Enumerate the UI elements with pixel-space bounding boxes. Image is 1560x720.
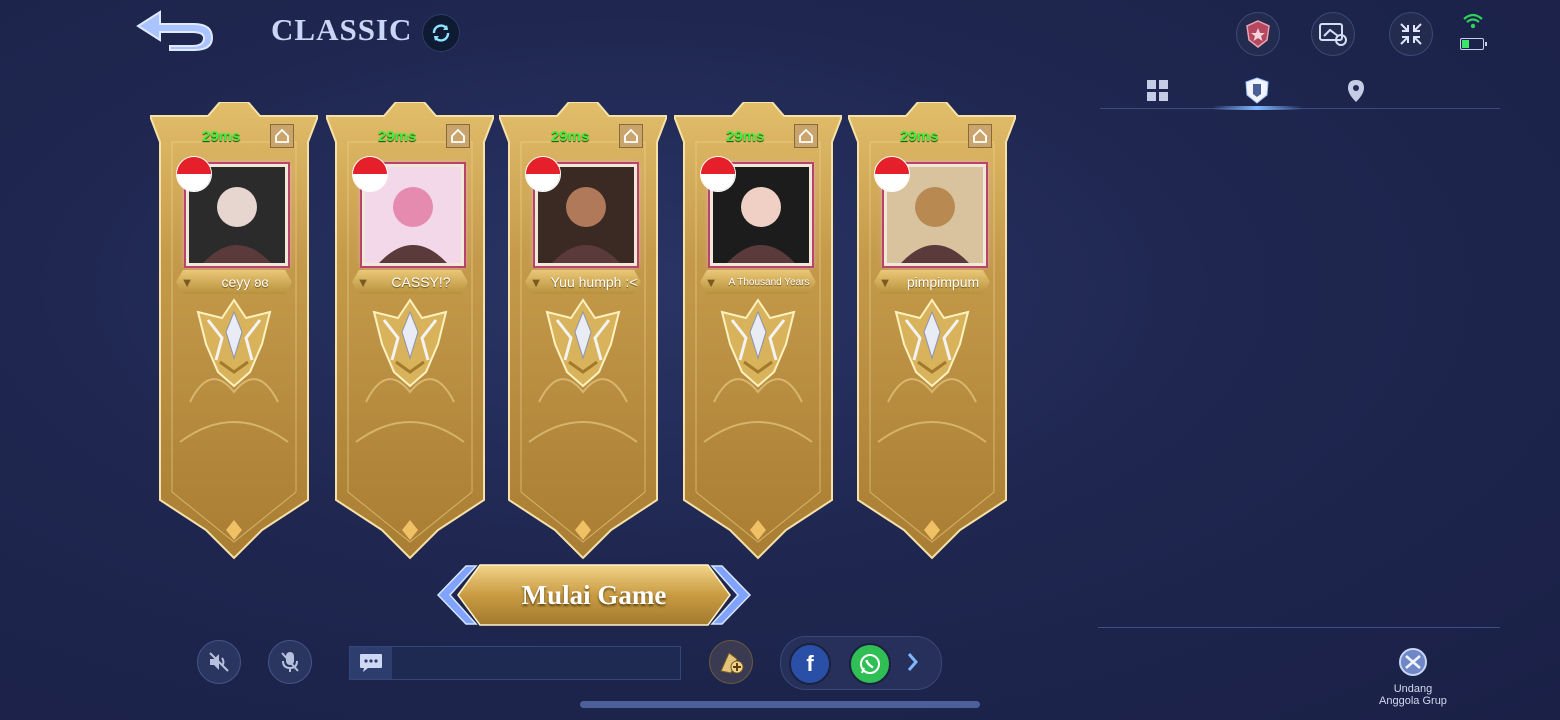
rank-emblem-icon [892, 298, 972, 395]
rank-emblem-icon [718, 298, 798, 395]
party-slot-1[interactable]: 29ms ▼ ceyy ʚɞ [150, 102, 318, 562]
rank-chevron-icon: ▼ [704, 274, 718, 290]
rank-emblem-icon [370, 298, 450, 395]
screen-share-button[interactable] [1311, 12, 1355, 56]
rank-chevron-icon: ▼ [878, 274, 892, 290]
party-slot-4[interactable]: 29ms ▼ A Thousand Years [674, 102, 842, 562]
rank-chevron-icon: ▼ [529, 274, 543, 290]
more-share-button[interactable] [905, 649, 921, 680]
battery-level [1462, 40, 1469, 48]
home-button[interactable] [270, 124, 294, 148]
home-button[interactable] [968, 124, 992, 148]
player-name-bar: ▼ ceyy ʚɞ [176, 270, 292, 294]
rank-chevron-icon: ▼ [356, 274, 370, 290]
chat-button[interactable] [350, 647, 392, 679]
tab-grid[interactable] [1143, 76, 1173, 106]
emblem-shield-icon [1245, 77, 1269, 104]
rank-emblem-icon [194, 298, 274, 395]
mic-muted-icon [281, 652, 299, 672]
mythic-emblem [894, 298, 970, 388]
invite-group-label-line2: Anggola Grup [1379, 695, 1447, 707]
wifi-icon [1463, 13, 1483, 29]
rank-chevron-icon: ▼ [180, 274, 194, 290]
rank-shield-icon [1246, 20, 1270, 48]
home-icon [275, 129, 289, 143]
home-icon [451, 129, 465, 143]
ping-latency: 29ms [551, 128, 590, 145]
country-flag-icon [176, 156, 212, 192]
ping-latency: 29ms [900, 128, 939, 145]
share-screen-icon [1319, 23, 1347, 46]
party-slot-5[interactable]: 29ms ▼ pimpimpum [848, 102, 1016, 562]
wifi-indicator [1462, 12, 1484, 35]
grid-icon [1147, 80, 1168, 101]
country-flag-icon [700, 156, 736, 192]
player-name-bar: ▼ Yuu humph :< [525, 270, 641, 294]
speaker-muted-icon [209, 652, 229, 672]
player-name: pimpimpum [906, 274, 980, 290]
player-name: ceyy ʚɞ [221, 274, 269, 290]
share-bar: f [780, 636, 942, 690]
invite-group-label-line1: Undang [1393, 683, 1433, 695]
home-icon [799, 129, 813, 143]
home-button[interactable] [619, 124, 643, 148]
whatsapp-icon [860, 654, 880, 674]
start-game-label: Mulai Game [521, 579, 667, 610]
country-flag-icon [874, 156, 910, 192]
chevron-right-icon [907, 653, 918, 671]
collapse-icon [1400, 23, 1422, 45]
country-flag-icon [525, 156, 561, 192]
back-arrow-icon [136, 10, 214, 51]
player-name-bar: ▼ pimpimpum [874, 270, 990, 294]
ping-latency: 29ms [726, 128, 765, 145]
game-mode-title: CLASSIC [271, 12, 413, 47]
home-icon [624, 129, 638, 143]
player-name-bar: ▼ A Thousand Years [700, 270, 816, 294]
invite-group-button[interactable]: Undang Anggola Grup [1370, 646, 1456, 707]
rank-shield-button[interactable] [1236, 12, 1280, 56]
chat-input[interactable] [349, 646, 681, 680]
mythic-emblem [545, 298, 621, 388]
collapse-button[interactable] [1389, 12, 1433, 56]
player-name: A Thousand Years [728, 276, 810, 288]
party-slot-2[interactable]: 29ms ▼ CASSY!? [326, 102, 494, 562]
battery-icon [1460, 38, 1487, 50]
start-game-button[interactable]: Mulai Game [436, 562, 752, 628]
back-button[interactable] [130, 6, 220, 52]
facebook-icon: f [806, 651, 814, 676]
side-panel-divider [1098, 627, 1500, 628]
party-slot-3[interactable]: 29ms ▼ Yuu humph :< [499, 102, 667, 562]
home-indicator[interactable] [580, 701, 980, 708]
tab-location[interactable] [1341, 76, 1371, 106]
invite-friend-button[interactable] [709, 640, 753, 684]
home-button[interactable] [794, 124, 818, 148]
location-pin-icon [1348, 80, 1364, 102]
invite-group-icon [1399, 648, 1427, 676]
refresh-icon [432, 24, 450, 42]
player-name: Yuu humph :< [550, 274, 638, 290]
invite-flag-icon [720, 652, 744, 674]
tab-emblem[interactable] [1242, 76, 1272, 106]
country-flag-icon [352, 156, 388, 192]
home-icon [973, 129, 987, 143]
chat-bubble-icon [360, 654, 382, 672]
player-name: CASSY!? [391, 274, 451, 290]
whatsapp-button[interactable] [849, 643, 891, 685]
ping-latency: 29ms [378, 128, 417, 145]
ping-latency: 29ms [202, 128, 241, 145]
player-name-bar: ▼ CASSY!? [352, 270, 468, 294]
mythic-emblem [720, 298, 796, 388]
mythic-emblem [196, 298, 272, 388]
top-bar: CLASSIC [0, 0, 1560, 70]
mythic-emblem [372, 298, 448, 388]
speaker-mute-button[interactable] [197, 640, 241, 684]
facebook-button[interactable]: f [789, 643, 831, 685]
active-tab-indicator [1212, 106, 1302, 110]
rank-emblem-icon [543, 298, 623, 395]
mic-mute-button[interactable] [268, 640, 312, 684]
home-button[interactable] [446, 124, 470, 148]
refresh-button[interactable] [422, 14, 460, 52]
